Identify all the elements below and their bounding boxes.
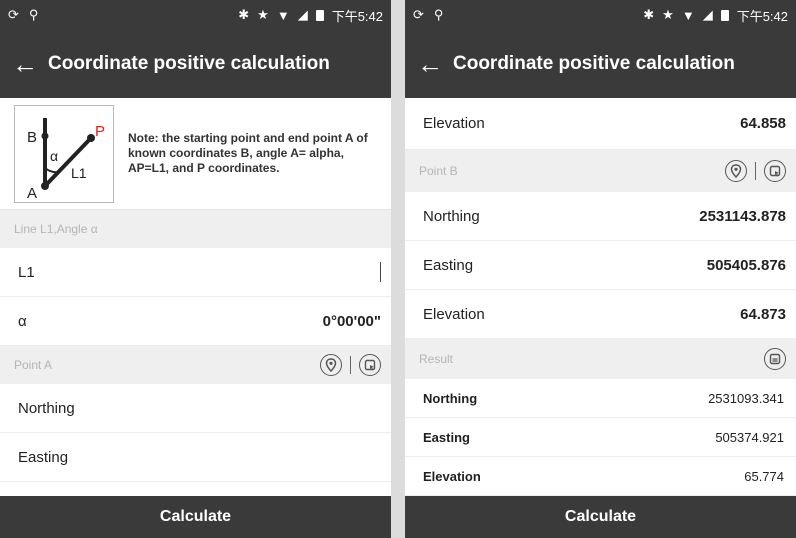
section-point-a: Point A bbox=[0, 346, 391, 384]
status-bar: ⟳ ⚲ ✱ ★ ▼ ◢ 下午5:42 bbox=[405, 0, 796, 30]
result-label: Northing bbox=[423, 390, 478, 406]
select-point-icon[interactable] bbox=[359, 354, 381, 376]
battery-icon bbox=[720, 9, 729, 21]
divider bbox=[350, 356, 351, 374]
diagram-label-l1: L1 bbox=[71, 165, 87, 181]
section-title: Point A bbox=[14, 358, 53, 372]
alpha-label: α bbox=[18, 312, 27, 330]
note-panel: B P α L1 A Note: the starting point and … bbox=[0, 98, 391, 210]
northing-label: Northing bbox=[423, 207, 480, 225]
coordinate-diagram: B P α L1 A bbox=[14, 104, 114, 203]
diagram-label-a: A bbox=[27, 185, 37, 202]
result-row: Northing 2531093.341 bbox=[405, 379, 796, 418]
divider bbox=[755, 162, 756, 180]
page-title: Coordinate positive calculation bbox=[48, 53, 330, 74]
status-time: 下午5:42 bbox=[736, 8, 788, 24]
section-title: Result bbox=[419, 352, 454, 366]
select-point-icon[interactable] bbox=[764, 160, 786, 182]
section-line-angle: Line L1,Angle α bbox=[0, 210, 391, 248]
diagram-label-p: P bbox=[95, 123, 105, 140]
northing-b-row[interactable]: Northing 2531143.878 bbox=[405, 192, 796, 241]
alpha-value[interactable]: 0°00'00" bbox=[323, 313, 381, 330]
diagram-label-b: B bbox=[27, 129, 37, 146]
battery-icon bbox=[315, 9, 324, 21]
result-row: Easting 505374.921 bbox=[405, 418, 796, 457]
alpha-input-row[interactable]: α 0°00'00" bbox=[0, 297, 391, 346]
diagram-label-alpha: α bbox=[50, 148, 58, 164]
left-screen: ⟳ ⚲ ✱ ★ ▼ ◢ 下午5:42 ← Coordinate positive… bbox=[0, 0, 391, 538]
signal-icon: ◢ bbox=[297, 7, 308, 22]
location-icon[interactable] bbox=[320, 354, 342, 376]
calculate-button[interactable]: Calculate bbox=[0, 496, 391, 538]
page-title: Coordinate positive calculation bbox=[453, 53, 735, 74]
back-arrow-icon[interactable]: ← bbox=[417, 51, 453, 77]
section-title: Point B bbox=[419, 164, 458, 178]
location-pin-icon: ⚲ bbox=[433, 7, 444, 22]
app-bar: ← Coordinate positive calculation bbox=[405, 30, 796, 98]
elevation-b-row[interactable]: Elevation 64.873 bbox=[405, 290, 796, 339]
result-value: 65.774 bbox=[744, 468, 784, 484]
wifi-icon: ▼ bbox=[276, 7, 290, 23]
section-point-b: Point B bbox=[405, 150, 796, 192]
easting-value[interactable]: 505405.876 bbox=[707, 257, 786, 274]
result-value: 2531093.341 bbox=[708, 390, 784, 406]
location-icon[interactable] bbox=[725, 160, 747, 182]
signal-icon: ◢ bbox=[702, 7, 713, 22]
l1-label: L1 bbox=[18, 263, 35, 281]
wifi-icon: ▼ bbox=[681, 7, 695, 23]
right-screen: ⟳ ⚲ ✱ ★ ▼ ◢ 下午5:42 ← Coordinate positive… bbox=[405, 0, 796, 538]
easting-label: Easting bbox=[18, 448, 69, 466]
northing-value[interactable]: 2531143.878 bbox=[699, 208, 786, 225]
northing-a-row[interactable]: Northing bbox=[0, 384, 391, 433]
result-row: Elevation 65.774 bbox=[405, 457, 796, 496]
status-time: 下午5:42 bbox=[331, 8, 383, 24]
save-icon[interactable] bbox=[764, 348, 786, 370]
app-bar: ← Coordinate positive calculation bbox=[0, 30, 391, 98]
elevation-label: Elevation bbox=[423, 115, 485, 132]
northing-label: Northing bbox=[18, 399, 75, 417]
result-label: Easting bbox=[423, 429, 470, 445]
status-bar: ⟳ ⚲ ✱ ★ ▼ ◢ 下午5:42 bbox=[0, 0, 391, 30]
result-label: Elevation bbox=[423, 468, 481, 484]
l1-input[interactable] bbox=[380, 262, 381, 282]
elevation-value[interactable]: 64.873 bbox=[740, 306, 786, 323]
result-value: 505374.921 bbox=[715, 429, 784, 445]
l1-input-row[interactable]: L1 bbox=[0, 248, 391, 297]
elevation-a-row[interactable]: Elevation 64.858 bbox=[405, 98, 796, 150]
elevation-label: Elevation bbox=[423, 305, 485, 323]
sync-icon: ⟳ bbox=[413, 7, 424, 22]
sync-icon: ⟳ bbox=[8, 7, 19, 22]
star-icon: ★ bbox=[257, 7, 269, 22]
section-result: Result bbox=[405, 339, 796, 379]
calculate-button[interactable]: Calculate bbox=[405, 496, 796, 538]
easting-a-row[interactable]: Easting bbox=[0, 433, 391, 482]
easting-label: Easting bbox=[423, 256, 474, 274]
bluetooth-icon: ✱ bbox=[238, 7, 250, 22]
note-text: Note: the starting point and end point A… bbox=[128, 131, 368, 175]
section-title: Line L1,Angle α bbox=[14, 222, 98, 236]
easting-b-row[interactable]: Easting 505405.876 bbox=[405, 241, 796, 290]
star-icon: ★ bbox=[662, 7, 674, 22]
elevation-value[interactable]: 64.858 bbox=[740, 115, 786, 132]
location-pin-icon: ⚲ bbox=[28, 7, 39, 22]
back-arrow-icon[interactable]: ← bbox=[12, 51, 48, 77]
bluetooth-icon: ✱ bbox=[643, 7, 655, 22]
